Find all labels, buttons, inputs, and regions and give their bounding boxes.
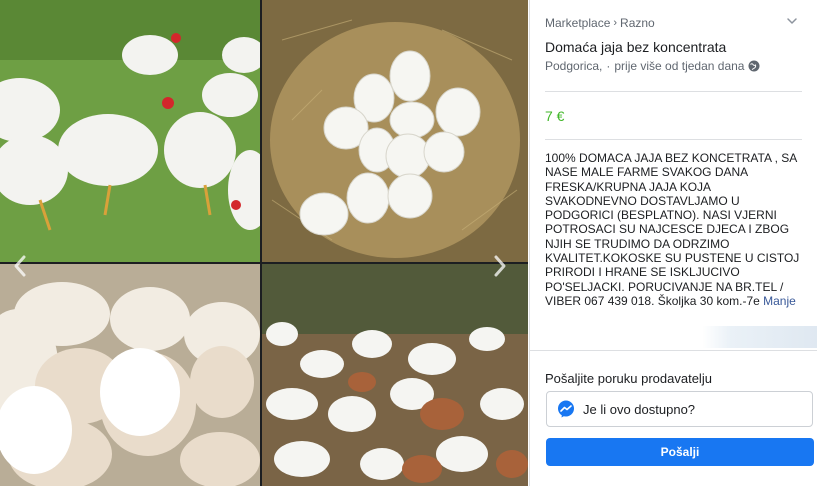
globe-icon (748, 60, 760, 72)
listing-details-panel: Marketplace › Razno Domaća jaja bez konc… (529, 0, 817, 486)
message-seller-section: Pošaljite poruku prodavatelju Je li ovo … (530, 350, 817, 486)
photo-hens-on-grass[interactable] (0, 0, 260, 262)
messenger-icon (558, 400, 574, 418)
listing-title: Domaća jaja bez koncentrata (545, 39, 727, 55)
chevron-down-icon[interactable] (785, 14, 799, 28)
send-message-button[interactable]: Pošalji (546, 438, 814, 466)
chevron-right-icon (494, 255, 506, 277)
photo-gallery[interactable] (0, 0, 528, 486)
show-less-link[interactable]: Manje (763, 294, 796, 308)
breadcrumb-marketplace-link[interactable]: Marketplace (545, 16, 610, 30)
meta-separator: · (606, 59, 611, 73)
photo-chicken-flock[interactable] (262, 264, 528, 486)
listing-posted-time: prije više od tjedan dana (614, 59, 745, 73)
chevron-left-icon (14, 255, 26, 277)
breadcrumb-category-link[interactable]: Razno (620, 16, 655, 30)
message-seller-label: Pošaljite poruku prodavatelju (545, 371, 712, 386)
photo-eggs-in-nest[interactable] (262, 0, 528, 262)
listing-price: 7 € (545, 108, 565, 124)
message-input-value[interactable]: Je li ovo dostupno? (583, 402, 695, 417)
description-text: 100% DOMACA JAJA BEZ KONCETRATA , SA NAS… (545, 151, 800, 308)
breadcrumb: Marketplace › Razno (545, 16, 655, 30)
previous-photo-button[interactable] (6, 252, 34, 280)
photo-eggs-closeup[interactable] (0, 264, 260, 486)
message-input[interactable]: Je li ovo dostupno? (546, 391, 813, 427)
listing-location[interactable]: Podgorica, (545, 59, 602, 73)
next-photo-button[interactable] (486, 252, 514, 280)
listing-description: 100% DOMACA JAJA BEZ KONCETRATA , SA NAS… (545, 151, 803, 308)
location-map-preview[interactable] (530, 326, 817, 348)
breadcrumb-separator: › (613, 17, 618, 29)
listing-meta: Podgorica, · prije više od tjedan dana (545, 59, 760, 73)
divider (545, 91, 802, 92)
divider (545, 139, 802, 140)
